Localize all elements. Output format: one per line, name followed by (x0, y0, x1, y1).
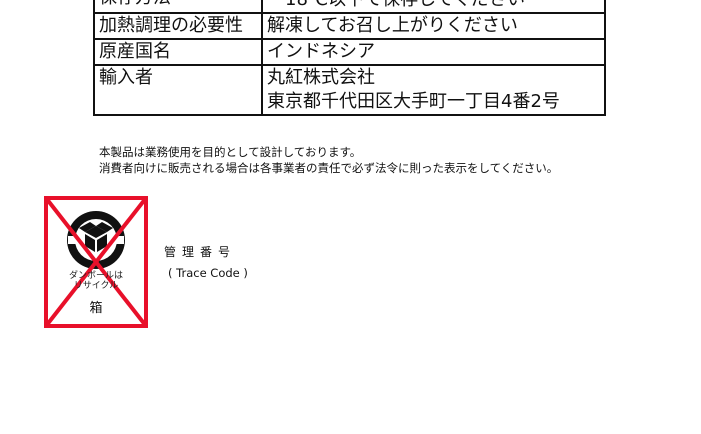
mark-text-line2: リサイクル (73, 281, 119, 291)
label-value: インドネシア (261, 38, 606, 66)
trace-code-label-en: ( Trace Code ) (168, 266, 248, 280)
note-line-2: 消費者向けに販売される場合は各事業者の責任で必ず法令に則った表示をしてください。 (99, 161, 559, 175)
mark-box-word: 箱 (89, 301, 103, 316)
mark-text-line1: ダンボールは (68, 271, 123, 281)
trace-code-label-jp: 管理番号 (164, 245, 237, 259)
usage-notes: 本製品は業務使用を目的として設計しております。 消費者向けに販売される場合は各事… (99, 144, 558, 176)
label-value: 解凍してお召し上がりください (261, 12, 606, 40)
label-row-importer: 輸入者 丸紅株式会社 東京都千代田区大手町一丁目4番2号 (93, 64, 606, 116)
cardboard-recycle-mark: ダンボールは リサイクル 箱 (44, 196, 148, 328)
importer-address: 東京都千代田区大手町一丁目4番2号 (267, 91, 560, 112)
label-key: 加熱調理の必要性 (93, 12, 263, 40)
label-row-cooking: 加熱調理の必要性 解凍してお召し上がりください (93, 12, 606, 40)
label-row-origin: 原産国名 インドネシア (93, 38, 606, 66)
label-key: 原産国名 (93, 38, 263, 66)
importer-name: 丸紅株式会社 (267, 67, 375, 88)
label-key: 保存方法 (93, 0, 263, 14)
label-row-storage: 保存方法 －18℃以下で保存してください (93, 0, 606, 14)
label-value-multiline: 丸紅株式会社 東京都千代田区大手町一丁目4番2号 (261, 64, 606, 116)
label-key: 輸入者 (93, 64, 263, 116)
note-line-1: 本製品は業務使用を目的として設計しております。 (99, 145, 362, 159)
product-label-table: 保存方法 －18℃以下で保存してください 加熱調理の必要性 解凍してお召し上がり… (93, 0, 606, 116)
label-value: －18℃以下で保存してください (261, 0, 606, 14)
